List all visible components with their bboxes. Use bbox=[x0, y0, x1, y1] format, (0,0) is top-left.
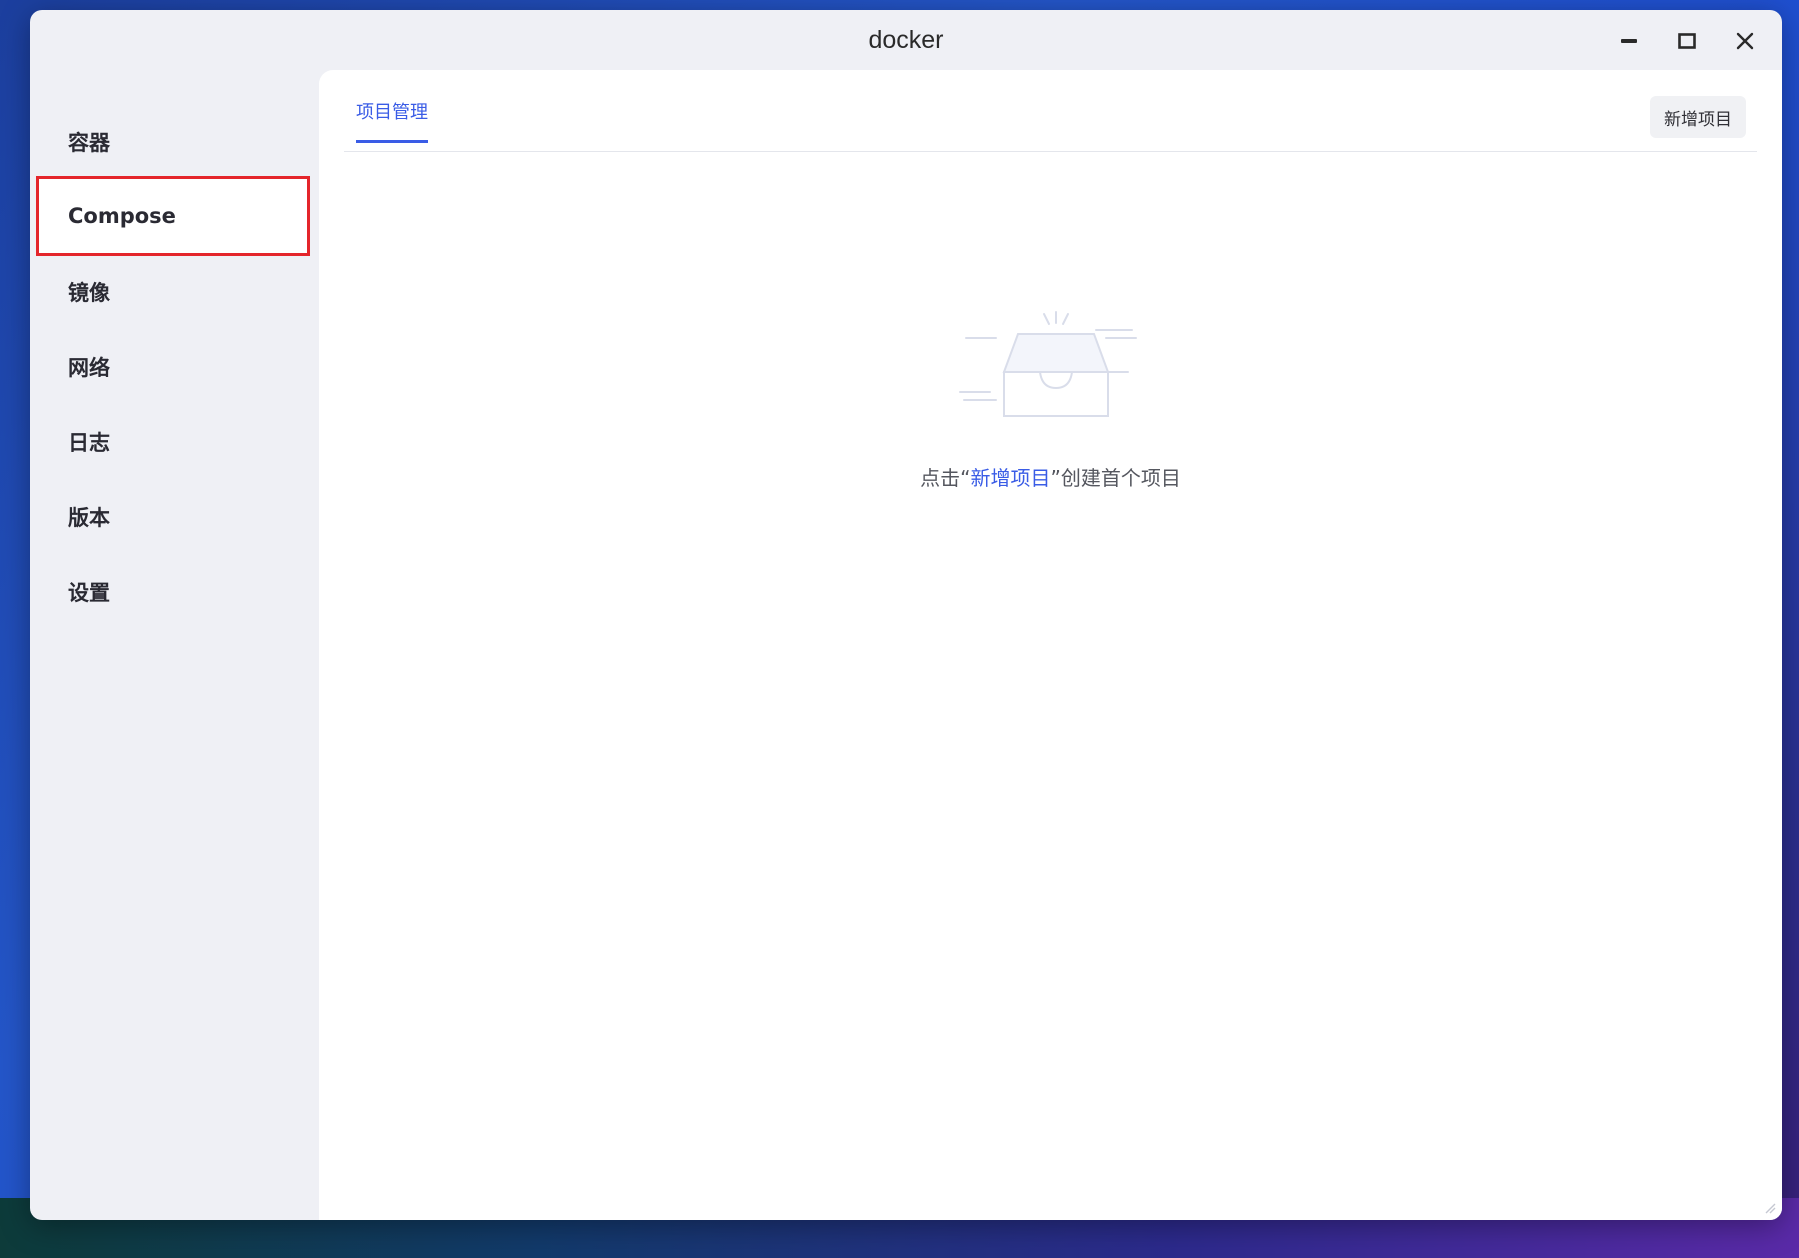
empty-inbox-icon bbox=[958, 311, 1137, 417]
sidebar: 容器 Compose 镜像 网络 日志 版本 设置 bbox=[30, 70, 317, 1220]
sidebar-item-containers[interactable]: 容器 bbox=[38, 104, 308, 180]
sidebar-item-version[interactable]: 版本 bbox=[38, 479, 308, 555]
window-controls bbox=[1594, 24, 1768, 58]
tab-project-management[interactable]: 项目管理 bbox=[356, 98, 428, 143]
app-window: docker 容器 Compose 镜像 网络 日志 版本 设置 项目管理 新增… bbox=[30, 10, 1782, 1220]
sidebar-item-images[interactable]: 镜像 bbox=[38, 254, 308, 330]
empty-state-add-link[interactable]: 新增项目 bbox=[971, 466, 1051, 490]
tab-bar: 项目管理 bbox=[344, 70, 1757, 152]
sidebar-item-settings[interactable]: 设置 bbox=[38, 554, 308, 630]
minimize-icon bbox=[1621, 39, 1637, 43]
sidebar-item-logs[interactable]: 日志 bbox=[38, 404, 308, 480]
main-content: 项目管理 新增项目 点击“新增项目”创建首个项目 bbox=[319, 70, 1782, 1220]
add-project-button[interactable]: 新增项目 bbox=[1650, 96, 1746, 138]
empty-state-suffix: ”创建首个项目 bbox=[1050, 466, 1181, 490]
sidebar-item-compose[interactable]: Compose bbox=[36, 176, 310, 256]
empty-state: 点击“新增项目”创建首个项目 bbox=[319, 310, 1782, 491]
resize-grip-icon[interactable] bbox=[1762, 1200, 1776, 1214]
empty-state-message: 点击“新增项目”创建首个项目 bbox=[319, 462, 1782, 491]
window-title: docker bbox=[868, 26, 944, 54]
minimize-button[interactable] bbox=[1606, 24, 1652, 58]
empty-state-prefix: 点击“ bbox=[920, 466, 971, 490]
titlebar[interactable]: docker bbox=[30, 10, 1782, 70]
close-icon bbox=[1736, 32, 1754, 50]
maximize-icon bbox=[1678, 33, 1696, 49]
close-button[interactable] bbox=[1722, 24, 1768, 58]
sidebar-item-network[interactable]: 网络 bbox=[38, 329, 308, 405]
maximize-button[interactable] bbox=[1664, 24, 1710, 58]
